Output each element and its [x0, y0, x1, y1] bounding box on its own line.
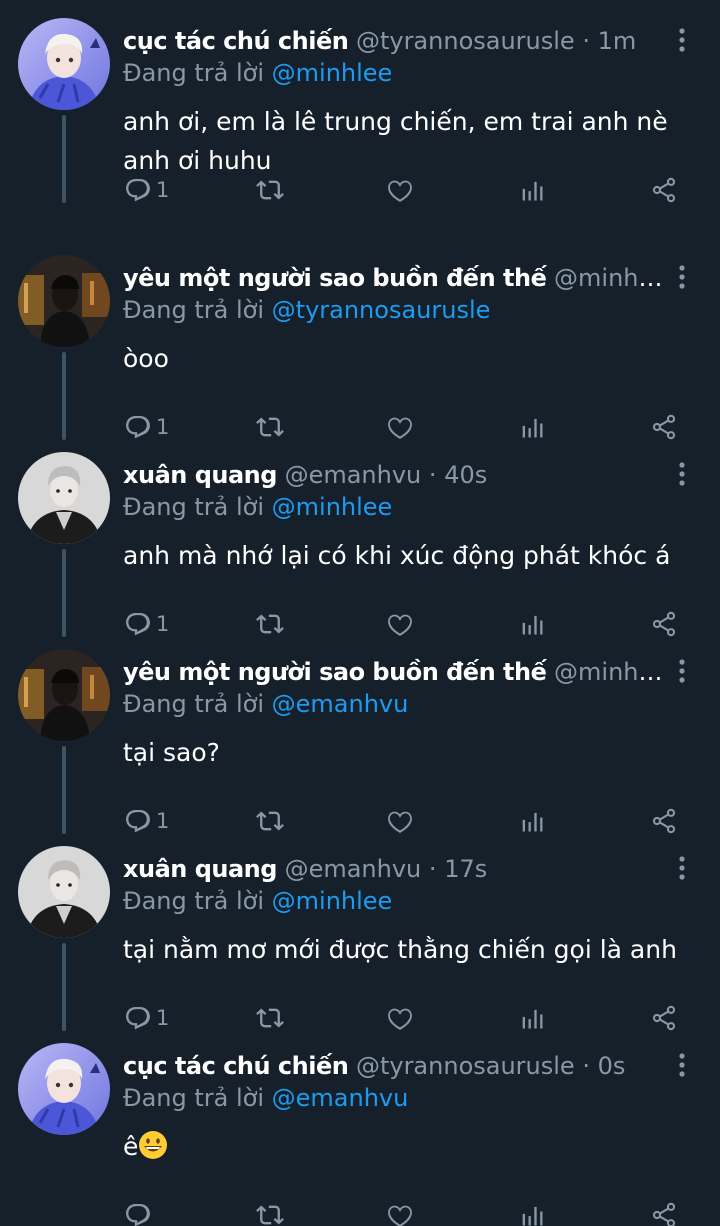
- display-name[interactable]: yêu một người sao buồn đến thế: [123, 264, 547, 292]
- tweet-header: cục tác chú chiến @tyrannosaurusle · 1m: [123, 24, 663, 58]
- reply-icon: [124, 176, 152, 204]
- tweet-text: ê: [123, 1127, 693, 1171]
- tweet-5[interactable]: xuân quang @emanhvu · 17s Đang trả lời @…: [0, 828, 720, 1031]
- analytics-icon: [518, 1201, 546, 1226]
- replying-to-label: Đang trả lời: [123, 296, 265, 324]
- like-button[interactable]: [386, 1195, 414, 1226]
- timestamp[interactable]: 40s: [444, 461, 487, 489]
- replying-to-label: Đang trả lời: [123, 493, 265, 521]
- more-icon[interactable]: [670, 263, 694, 291]
- analytics-button[interactable]: [518, 170, 546, 210]
- avatar-grayscale-portrait[interactable]: [18, 452, 110, 544]
- replying-to-label: Đang trả lời: [123, 690, 265, 718]
- display-name[interactable]: xuân quang: [123, 461, 277, 489]
- reply-icon: [124, 1201, 152, 1226]
- more-icon[interactable]: [670, 26, 694, 54]
- tweet-2[interactable]: yêu một người sao buồn đến thế @minhlee …: [0, 237, 720, 440]
- display-name[interactable]: xuân quang: [123, 855, 277, 883]
- reply-button[interactable]: [124, 1195, 156, 1226]
- avatar-dark-city[interactable]: [18, 649, 110, 741]
- more-icon[interactable]: [670, 657, 694, 685]
- retweet-icon: [256, 1201, 284, 1226]
- tweet-text-content: tại nằm mơ mới được thằng chiến gọi là a…: [123, 935, 677, 964]
- retweet-button[interactable]: [256, 1195, 284, 1226]
- separator-dot: ·: [428, 855, 437, 883]
- reply-button[interactable]: 1: [124, 170, 169, 210]
- share-icon: [650, 176, 678, 204]
- analytics-button[interactable]: [518, 1195, 546, 1226]
- mention-link[interactable]: @minhlee: [272, 887, 393, 915]
- replying-to: Đang trả lời @emanhvu: [123, 687, 408, 721]
- display-name[interactable]: cục tác chú chiến: [123, 27, 349, 55]
- avatar-blue-illustration[interactable]: [18, 1043, 110, 1135]
- timestamp[interactable]: 0s: [598, 1052, 626, 1080]
- user-handle[interactable]: @minhlee: [554, 264, 663, 292]
- mention-link[interactable]: @emanhvu: [272, 1084, 409, 1112]
- display-name[interactable]: yêu một người sao buồn đến thế: [123, 658, 547, 686]
- more-icon[interactable]: [670, 854, 694, 882]
- mention-link[interactable]: @tyrannosaurusle: [272, 296, 491, 324]
- like-button[interactable]: [386, 170, 414, 210]
- avatar-dark-city[interactable]: [18, 255, 110, 347]
- timestamp[interactable]: 1m: [598, 27, 637, 55]
- display-name[interactable]: cục tác chú chiến: [123, 1052, 349, 1080]
- replying-to-label: Đang trả lời: [123, 59, 265, 87]
- avatar-grayscale-portrait[interactable]: [18, 846, 110, 938]
- separator-dot: ·: [582, 1052, 590, 1080]
- user-handle[interactable]: @tyrannosaurusle: [356, 27, 575, 55]
- tweet-header: xuân quang @emanhvu · 17s: [123, 852, 663, 886]
- mention-link[interactable]: @emanhvu: [272, 690, 409, 718]
- tweet-4[interactable]: yêu một người sao buồn đến thế @minhlee …: [0, 631, 720, 834]
- tweet-text-content: tại sao?: [123, 738, 220, 767]
- analytics-icon: [518, 176, 546, 204]
- tweet-6[interactable]: cục tác chú chiến @tyrannosaurusle · 0s …: [0, 1025, 720, 1226]
- share-button[interactable]: [650, 1195, 678, 1226]
- tweet-text-content: ê: [123, 1132, 139, 1161]
- replying-to-label: Đang trả lời: [123, 887, 265, 915]
- grinning-face-emoji: [138, 1130, 168, 1171]
- tweet-text: anh ơi, em là lê trung chiến, em trai an…: [123, 102, 693, 180]
- mention-link[interactable]: @minhlee: [272, 59, 393, 87]
- tweet-header: yêu một người sao buồn đến thế @minhlee …: [123, 261, 663, 295]
- tweet-text: tại nằm mơ mới được thằng chiến gọi là a…: [123, 930, 693, 969]
- user-handle[interactable]: @minhlee: [554, 658, 663, 686]
- reply-count: 1: [156, 178, 170, 202]
- tweet-text-content: anh ơi, em là lê trung chiến, em trai an…: [123, 107, 668, 175]
- replying-to-label: Đang trả lời: [123, 1084, 265, 1112]
- like-icon: [386, 176, 414, 204]
- tweet-text-content: òoo: [123, 344, 169, 373]
- user-handle[interactable]: @tyrannosaurusle: [356, 1052, 575, 1080]
- replying-to: Đang trả lời @emanhvu: [123, 1081, 408, 1115]
- share-icon: [650, 1201, 678, 1226]
- tweet-text: òoo: [123, 339, 693, 378]
- more-icon[interactable]: [670, 1051, 694, 1079]
- replying-to: Đang trả lời @tyrannosaurusle: [123, 293, 490, 327]
- action-bar: 1: [0, 170, 720, 210]
- like-icon: [386, 1201, 414, 1226]
- retweet-button[interactable]: [256, 170, 284, 210]
- replying-to: Đang trả lời @minhlee: [123, 490, 392, 524]
- separator-dot: ·: [428, 461, 437, 489]
- timestamp[interactable]: 17s: [444, 855, 487, 883]
- tweet-text-content: anh mà nhớ lại có khi xúc động phát khóc…: [123, 541, 671, 570]
- tweet-text: anh mà nhớ lại có khi xúc động phát khóc…: [123, 536, 693, 575]
- action-bar: [0, 1195, 720, 1226]
- separator-dot: ·: [582, 27, 590, 55]
- avatar-blue-illustration[interactable]: [18, 18, 110, 110]
- mention-link[interactable]: @minhlee: [272, 493, 393, 521]
- more-icon[interactable]: [670, 460, 694, 488]
- share-button[interactable]: [650, 170, 678, 210]
- replying-to: Đang trả lời @minhlee: [123, 884, 392, 918]
- retweet-icon: [256, 176, 284, 204]
- replying-to: Đang trả lời @minhlee: [123, 56, 392, 90]
- user-handle[interactable]: @emanhvu: [285, 855, 422, 883]
- user-handle[interactable]: @emanhvu: [285, 461, 422, 489]
- tweet-header: cục tác chú chiến @tyrannosaurusle · 0s: [123, 1049, 663, 1083]
- tweet-text: tại sao?: [123, 733, 693, 772]
- reply-thread: cục tác chú chiến @tyrannosaurusle · 1m …: [0, 0, 720, 1226]
- tweet-header: xuân quang @emanhvu · 40s: [123, 458, 663, 492]
- tweet-header: yêu một người sao buồn đến thế @minhlee …: [123, 655, 663, 689]
- tweet-1[interactable]: cục tác chú chiến @tyrannosaurusle · 1m …: [0, 0, 720, 203]
- tweet-3[interactable]: xuân quang @emanhvu · 40s Đang trả lời @…: [0, 434, 720, 637]
